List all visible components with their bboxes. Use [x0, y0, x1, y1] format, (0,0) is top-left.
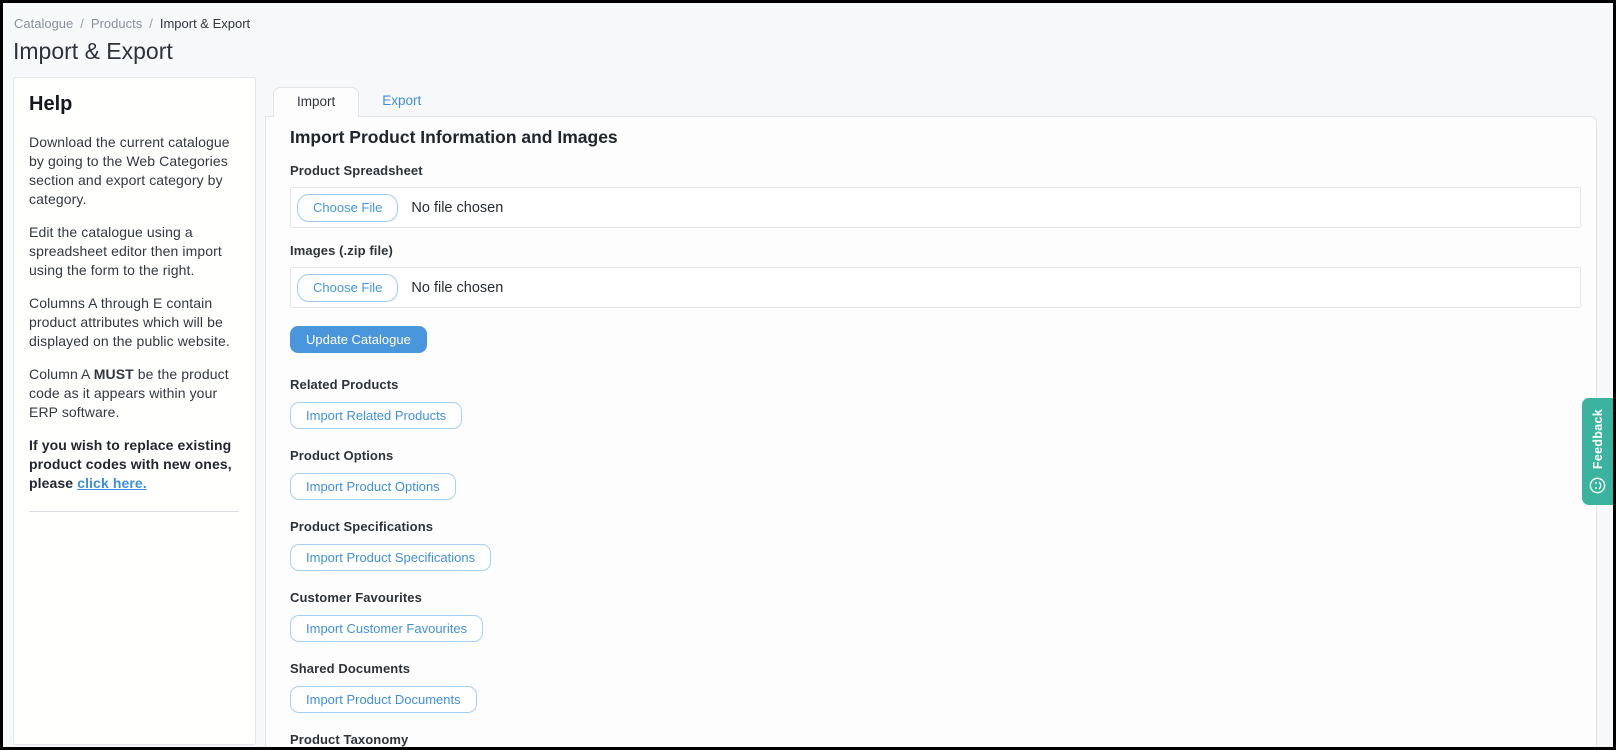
page-title: Import & Export: [13, 38, 173, 65]
help-paragraph-4-text: Column A: [29, 366, 94, 382]
choose-file-button[interactable]: Choose File: [297, 274, 398, 302]
breadcrumb-current: Import & Export: [160, 16, 250, 31]
import-panel: Import Product Information and Images Pr…: [265, 116, 1597, 750]
panel-heading: Import Product Information and Images: [290, 127, 1581, 148]
customer-favourites-section: Customer Favourites Import Customer Favo…: [290, 590, 1581, 642]
customer-favourites-label: Customer Favourites: [290, 590, 1581, 605]
related-products-section: Related Products Import Related Products: [290, 377, 1581, 429]
help-divider: [29, 511, 239, 512]
shared-documents-label: Shared Documents: [290, 661, 1581, 676]
update-catalogue-button[interactable]: Update Catalogue: [290, 326, 427, 353]
main-content: Import Export Import Product Information…: [265, 87, 1597, 745]
related-products-label: Related Products: [290, 377, 1581, 392]
feedback-label: Feedback: [1591, 409, 1605, 469]
tab-bar: Import Export: [273, 87, 1597, 116]
product-options-section: Product Options Import Product Options: [290, 448, 1581, 500]
file-status-text: No file chosen: [411, 280, 503, 296]
import-customer-favourites-button[interactable]: Import Customer Favourites: [290, 615, 483, 642]
product-spreadsheet-label: Product Spreadsheet: [290, 163, 1581, 178]
tab-export[interactable]: Export: [359, 87, 444, 116]
click-here-link[interactable]: click here.: [77, 475, 147, 491]
tab-import[interactable]: Import: [273, 87, 359, 117]
smiley-icon: [1589, 477, 1606, 494]
help-paragraph-5: If you wish to replace existing product …: [29, 436, 241, 493]
help-paragraph-4-bold: MUST: [94, 366, 134, 382]
import-related-products-button[interactable]: Import Related Products: [290, 402, 462, 429]
shared-documents-section: Shared Documents Import Product Document…: [290, 661, 1581, 713]
breadcrumb-catalogue[interactable]: Catalogue: [14, 16, 73, 31]
product-taxonomy-section: Product Taxonomy Import Product Taxonomy: [290, 732, 1581, 750]
import-product-specifications-button[interactable]: Import Product Specifications: [290, 544, 491, 571]
help-paragraph-2: Edit the catalogue using a spreadsheet e…: [29, 223, 241, 280]
screen: Catalogue / Products / Import & Export I…: [0, 0, 1616, 750]
help-paragraph-3: Columns A through E contain product attr…: [29, 294, 241, 351]
breadcrumb: Catalogue / Products / Import & Export: [14, 16, 250, 31]
breadcrumb-separator: /: [149, 16, 153, 31]
file-status-text: No file chosen: [411, 200, 503, 216]
help-panel: Help Download the current catalogue by g…: [13, 77, 256, 745]
breadcrumb-products[interactable]: Products: [91, 16, 142, 31]
help-paragraph-4: Column A MUST be the product code as it …: [29, 365, 241, 422]
product-specifications-section: Product Specifications Import Product Sp…: [290, 519, 1581, 571]
images-zip-file-input: Choose File No file chosen: [290, 267, 1581, 308]
feedback-tab[interactable]: Feedback: [1582, 398, 1613, 505]
breadcrumb-separator: /: [80, 16, 84, 31]
product-specifications-label: Product Specifications: [290, 519, 1581, 534]
import-product-options-button[interactable]: Import Product Options: [290, 473, 456, 500]
import-product-documents-button[interactable]: Import Product Documents: [290, 686, 477, 713]
images-zip-label: Images (.zip file): [290, 243, 1581, 258]
choose-file-button[interactable]: Choose File: [297, 194, 398, 222]
product-taxonomy-label: Product Taxonomy: [290, 732, 1581, 747]
help-paragraph-1: Download the current catalogue by going …: [29, 133, 241, 209]
product-options-label: Product Options: [290, 448, 1581, 463]
help-title: Help: [29, 93, 241, 116]
product-spreadsheet-file-input: Choose File No file chosen: [290, 187, 1581, 228]
